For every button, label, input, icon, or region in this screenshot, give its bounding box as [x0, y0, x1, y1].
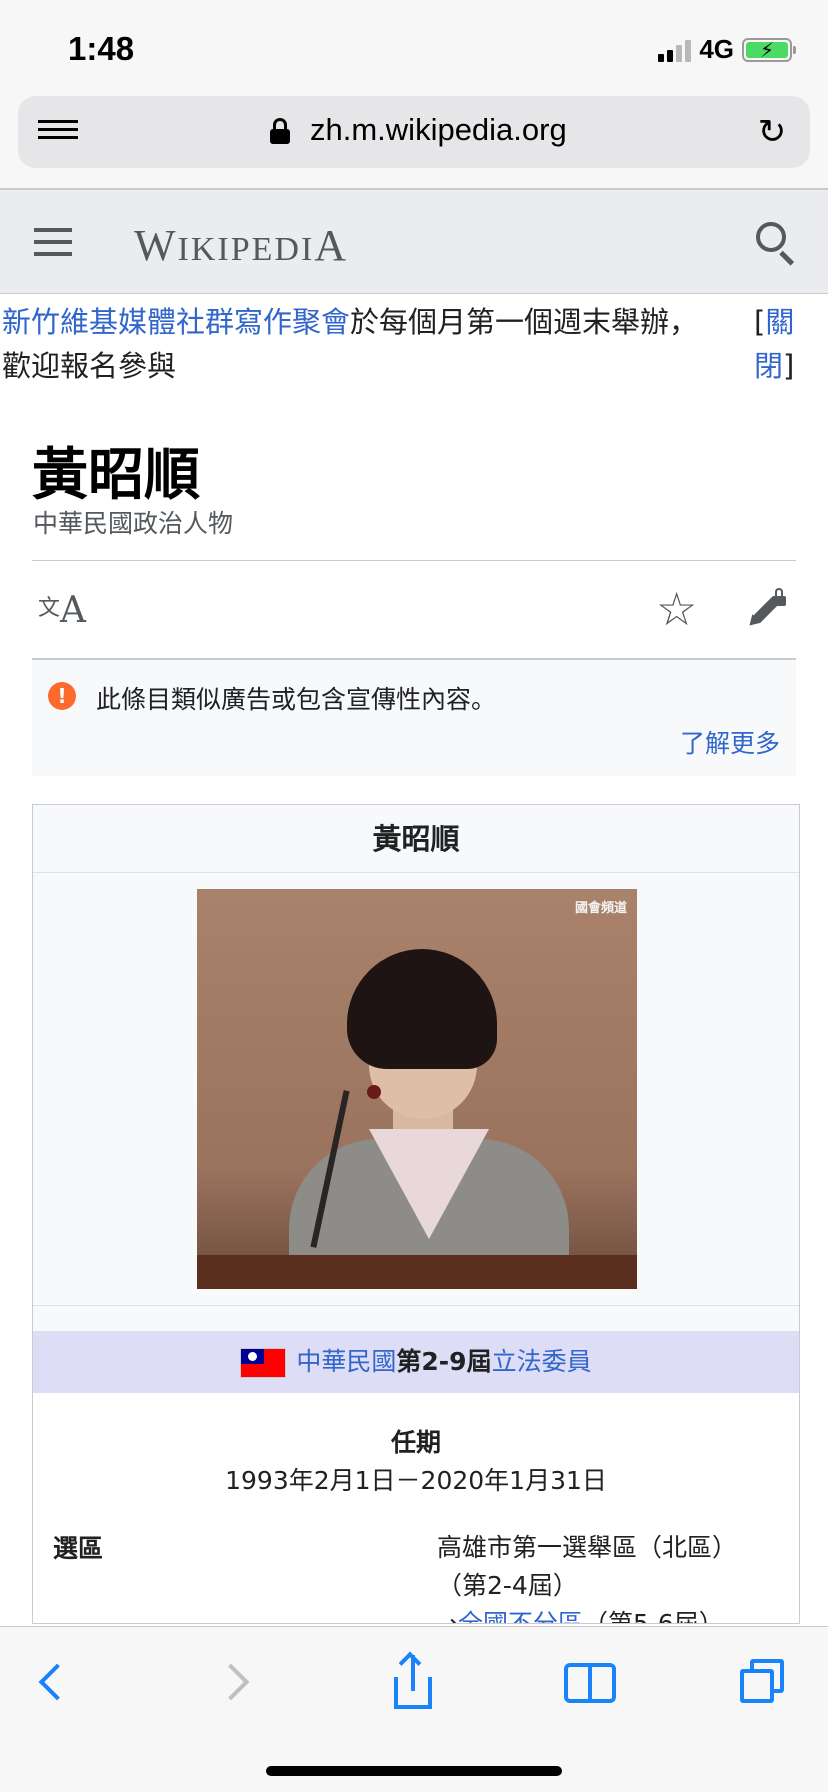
term-label: 任期 — [390, 1428, 441, 1457]
status-time: 1:48 — [68, 30, 135, 67]
site-notice: 新竹維基媒體社群寫作聚會於每個月第一個週末舉辦，歡迎報名參與 — [2, 300, 722, 388]
office-term: 第2-9屆 — [396, 1347, 492, 1376]
watch-star-icon[interactable]: ☆ — [656, 584, 697, 634]
national-list-link[interactable]: 全國不分區 — [458, 1609, 583, 1623]
browser-address-area: zh.m.wikipedia.org ↻ — [0, 92, 828, 188]
site-notice-link[interactable]: 新竹維基媒體社群寫作聚會 — [2, 305, 350, 339]
infobox-body: 任期 1993年2月1日－2020年1月31日 選區 高雄市第一選舉區（北區） … — [33, 1393, 799, 1623]
tabs-icon[interactable] — [736, 1655, 796, 1715]
page-subtitle: 中華民國政治人物 — [33, 509, 234, 538]
warning-icon: ! — [48, 682, 76, 710]
network-type: 4G — [699, 34, 734, 64]
lock-icon — [270, 118, 290, 144]
wikipedia-logo[interactable]: WIKIPEDIA — [134, 220, 348, 271]
menu-icon[interactable] — [34, 228, 72, 258]
learn-more-link[interactable]: 了解更多 — [680, 724, 780, 760]
country-link[interactable]: 中華民國 — [296, 1347, 396, 1376]
bookmarks-icon[interactable] — [560, 1655, 620, 1715]
home-indicator[interactable] — [266, 1766, 562, 1776]
infobox-title: 黃昭順 — [33, 805, 799, 873]
photo-watermark: 國會頻道 — [574, 901, 627, 916]
share-icon[interactable] — [384, 1651, 444, 1715]
infobox-separator — [33, 1305, 799, 1306]
office-role-link[interactable]: 立法委員 — [492, 1347, 592, 1376]
site-notice-close: [關閉] — [754, 305, 795, 383]
constituency-label: 選區 — [53, 1534, 104, 1563]
edit-locked-icon[interactable] — [745, 588, 790, 632]
page-title: 黃昭順 — [32, 442, 200, 508]
page-issue-box[interactable]: ! 此條目類似廣告或包含宣傳性內容。 了解更多 — [32, 658, 796, 776]
reload-icon[interactable]: ↻ — [754, 114, 790, 150]
battery-icon: ⚡ — [742, 37, 796, 62]
wiki-header: WIKIPEDIA — [0, 188, 828, 294]
language-icon[interactable]: 文A — [38, 590, 86, 631]
url-text[interactable]: zh.m.wikipedia.org — [310, 112, 567, 148]
constituency-value: 高雄市第一選舉區（北區） （第2-4屆） →全國不分區（第5-6屆） — [437, 1529, 737, 1623]
heading-divider — [32, 560, 796, 561]
signal-icon — [658, 38, 692, 62]
portrait-photo[interactable]: 國會頻道 — [197, 889, 637, 1289]
search-icon[interactable] — [756, 222, 796, 266]
issue-text: 此條目類似廣告或包含宣傳性內容。 — [96, 685, 497, 714]
address-bar[interactable]: zh.m.wikipedia.org ↻ — [18, 96, 810, 168]
infobox: 黃昭順 國會頻道 中華民國第2-9屆立法委員 任期 1993年2月1日－2020… — [32, 804, 800, 1624]
reader-mode-icon[interactable] — [38, 120, 78, 146]
roc-flag-icon[interactable] — [240, 1348, 287, 1378]
forward-icon[interactable] — [206, 1655, 266, 1715]
infobox-office-header: 中華民國第2-9屆立法委員 — [33, 1331, 799, 1393]
status-indicators: 4G ⚡ — [658, 34, 796, 65]
term-value: 1993年2月1日－2020年1月31日 — [225, 1466, 607, 1495]
back-icon[interactable] — [28, 1655, 88, 1715]
status-bar: 1:48 4G ⚡ — [0, 0, 828, 92]
